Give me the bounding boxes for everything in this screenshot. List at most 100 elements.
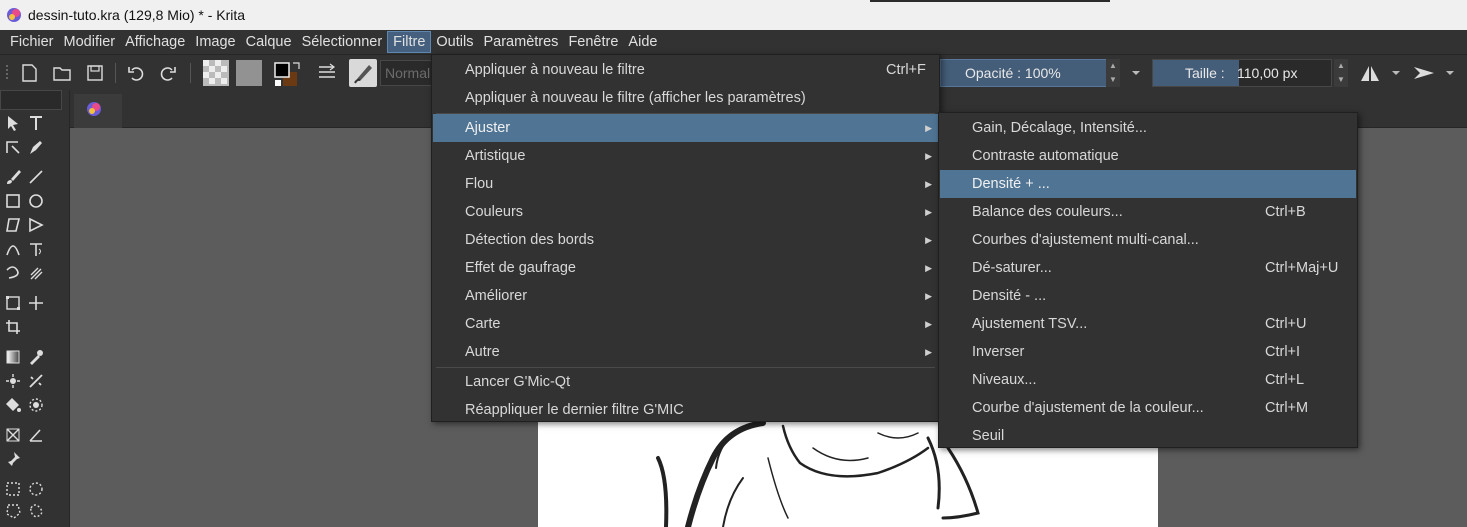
shortcut-label: Ctrl+B <box>1265 204 1306 220</box>
menu-item-detection-bords[interactable]: Détection des bords ▶ <box>433 226 938 254</box>
fill-gradient-icon[interactable] <box>203 60 229 86</box>
edit-shapes-icon[interactable] <box>4 138 22 156</box>
menu-item-carte[interactable]: Carte ▶ <box>433 310 938 338</box>
layers-icon[interactable] <box>316 62 338 84</box>
menu-filtre[interactable]: Filtre <box>387 31 432 53</box>
open-icon[interactable] <box>52 63 72 83</box>
color-swap-icon[interactable] <box>273 60 303 88</box>
brush-preset-icon[interactable] <box>349 59 377 87</box>
save-icon[interactable] <box>85 63 105 83</box>
menu-item-artistique[interactable]: Artistique ▶ <box>433 142 938 170</box>
menu-item-flou[interactable]: Flou ▶ <box>433 170 938 198</box>
bezier-icon[interactable] <box>4 240 22 258</box>
toolbox-header <box>0 90 62 110</box>
move-icon[interactable] <box>27 294 45 312</box>
menu-outils[interactable]: Outils <box>431 31 478 53</box>
menu-item-autre[interactable]: Autre ▶ <box>433 338 938 366</box>
title-bar-strip <box>870 0 1110 2</box>
submenu-arrow-icon: ▶ <box>925 207 932 217</box>
shortcut-label: Ctrl+L <box>1265 372 1305 388</box>
text-icon[interactable] <box>27 114 45 132</box>
polyline-icon[interactable] <box>27 216 45 234</box>
assistant-icon[interactable] <box>27 372 45 390</box>
menu-item-densite-moins[interactable]: Densité - ... <box>940 282 1356 310</box>
menu-item-reapply-filter[interactable]: Appliquer à nouveau le filtre Ctrl+F <box>433 56 938 84</box>
menu-item-gmic[interactable]: Lancer G'Mic-Qt <box>433 368 938 396</box>
pattern-icon[interactable] <box>236 60 262 86</box>
shortcut-label: Ctrl+M <box>1265 400 1309 416</box>
reference-icon[interactable] <box>4 450 22 468</box>
measure-icon[interactable] <box>4 426 22 444</box>
menu-item-reapply-gmic[interactable]: Réappliquer le dernier filtre G'MIC <box>433 396 938 424</box>
menu-item-ajustement-tsv[interactable]: Ajustement TSV... Ctrl+U <box>940 310 1356 338</box>
menu-affichage[interactable]: Affichage <box>120 31 190 53</box>
menu-modifier[interactable]: Modifier <box>59 31 121 53</box>
toolbox-panel <box>0 90 70 527</box>
angle-icon[interactable] <box>27 426 45 444</box>
menu-item-inverser[interactable]: Inverser Ctrl+I <box>940 338 1356 366</box>
freehand-select-icon[interactable] <box>27 502 45 520</box>
menu-item-ajuster[interactable]: Ajuster ▶ <box>433 114 938 142</box>
calligraphy-icon[interactable] <box>27 138 45 156</box>
submenu-arrow-icon: ▶ <box>925 291 932 301</box>
toolbar-grip-icon <box>6 65 8 79</box>
mirror-v-icon[interactable] <box>1412 63 1438 83</box>
menu-aide[interactable]: Aide <box>623 31 662 53</box>
chevron-down-icon[interactable] <box>1130 63 1142 83</box>
menu-item-gaufrage[interactable]: Effet de gaufrage ▶ <box>433 254 938 282</box>
ellipse-icon[interactable] <box>27 192 45 210</box>
menu-item-courbes-multi[interactable]: Courbes d'ajustement multi-canal... <box>940 226 1356 254</box>
ellipse-select-icon[interactable] <box>27 480 45 498</box>
undo-icon[interactable] <box>126 63 146 83</box>
opacity-slider[interactable]: Opacité : 100% <box>940 59 1120 87</box>
color-picker-icon[interactable] <box>27 348 45 366</box>
opacity-spinner[interactable]: ▲ ▼ <box>1106 59 1120 87</box>
redo-icon[interactable] <box>158 63 178 83</box>
submenu-arrow-icon: ▶ <box>925 235 932 245</box>
line-icon[interactable] <box>27 168 45 186</box>
menu-item-desaturer[interactable]: Dé-saturer... Ctrl+Maj+U <box>940 254 1356 282</box>
menu-fenetre[interactable]: Fenêtre <box>563 31 623 53</box>
smart-patch-icon[interactable] <box>4 372 22 390</box>
new-document-icon[interactable] <box>19 63 39 83</box>
chevron-down-icon[interactable] <box>1390 63 1402 83</box>
mirror-h-icon[interactable] <box>1358 63 1382 83</box>
rectangle-icon[interactable] <box>4 192 22 210</box>
select-shapes-icon[interactable] <box>4 114 22 132</box>
brush-size-slider[interactable]: Taille : 110,00 px <box>1152 59 1332 87</box>
menu-item-contraste-auto[interactable]: Contraste automatique <box>940 142 1356 170</box>
gradient-icon[interactable] <box>4 348 22 366</box>
submenu-arrow-icon: ▶ <box>925 347 932 357</box>
menu-item-ameliorer[interactable]: Améliorer ▶ <box>433 282 938 310</box>
fill-icon[interactable] <box>4 396 22 414</box>
menu-item-courbe-couleur[interactable]: Courbe d'ajustement de la couleur... Ctrl… <box>940 394 1356 422</box>
brush-icon[interactable] <box>4 168 22 186</box>
menu-item-niveaux[interactable]: Niveaux... Ctrl+L <box>940 366 1356 394</box>
submenu-arrow-icon: ▶ <box>925 151 932 161</box>
menu-item-densite-plus[interactable]: Densité + ... <box>940 170 1356 198</box>
crop-icon[interactable] <box>4 318 22 336</box>
toolbar-separator <box>190 63 191 83</box>
shortcut-label: Ctrl+U <box>1265 316 1307 332</box>
size-value: 110,00 px <box>1237 65 1298 81</box>
multibrush-icon[interactable] <box>27 264 45 282</box>
chevron-down-icon[interactable] <box>1444 63 1456 83</box>
dynamic-brush-icon[interactable] <box>4 264 22 282</box>
menu-item-reapply-filter-params[interactable]: Appliquer à nouveau le filtre (afficher … <box>433 84 938 112</box>
polygon-select-icon[interactable] <box>4 502 22 520</box>
transform-icon[interactable] <box>4 294 22 312</box>
size-spinner[interactable]: ▲ ▼ <box>1334 59 1348 87</box>
rect-select-icon[interactable] <box>4 480 22 498</box>
freehand-path-icon[interactable] <box>27 240 45 258</box>
menu-item-balance-couleurs[interactable]: Balance des couleurs... Ctrl+B <box>940 198 1356 226</box>
menu-selectionner[interactable]: Sélectionner <box>297 31 388 53</box>
menu-item-gain-decalage[interactable]: Gain, Décalage, Intensité... <box>940 114 1356 142</box>
menu-parametres[interactable]: Paramètres <box>478 31 563 53</box>
enclose-fill-icon[interactable] <box>27 396 45 414</box>
menu-calque[interactable]: Calque <box>241 31 297 53</box>
polygon-icon[interactable] <box>4 216 22 234</box>
menu-image[interactable]: Image <box>190 31 240 53</box>
menu-item-couleurs[interactable]: Couleurs ▶ <box>433 198 938 226</box>
menu-item-seuil[interactable]: Seuil <box>940 422 1356 450</box>
menu-fichier[interactable]: Fichier <box>5 31 59 53</box>
